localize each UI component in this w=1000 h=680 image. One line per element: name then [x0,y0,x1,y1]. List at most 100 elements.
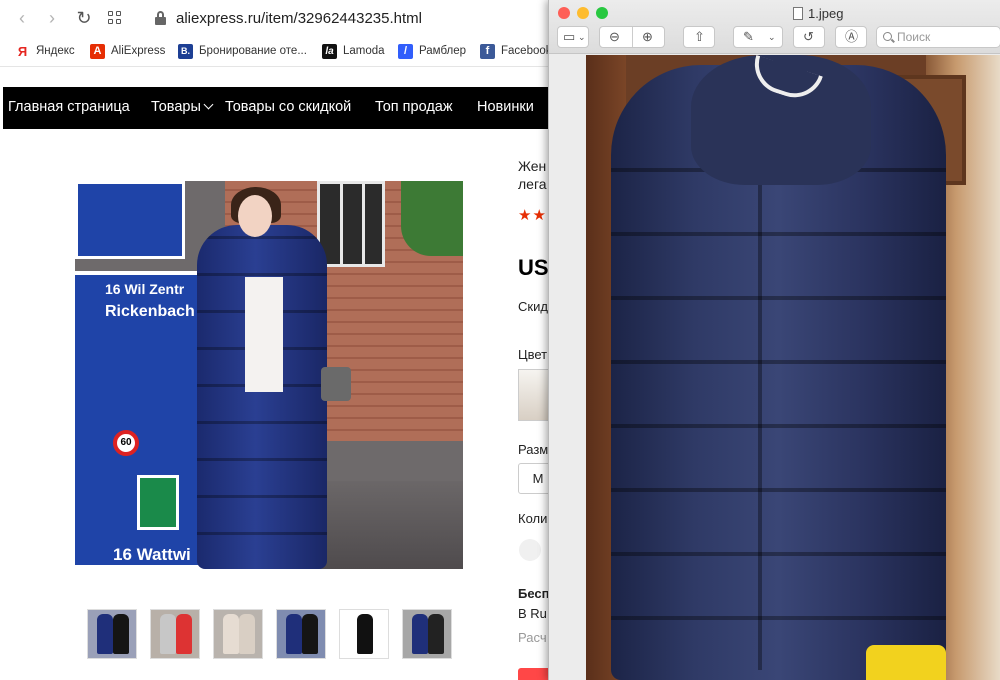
tabs-grid-icon[interactable] [108,11,122,25]
product-thumbnail[interactable] [276,609,326,659]
calc-shipping-link[interactable]: Расч [518,630,547,645]
buy-button[interactable] [518,668,552,680]
thumbnail-coat [160,614,176,654]
product-price: US [518,255,549,280]
annotate-icon: Ⓐ [845,29,859,44]
booking-icon: B. [178,43,193,59]
bookmark-facebook[interactable]: f Facebook [480,41,552,61]
product-thumbnail[interactable] [339,609,389,659]
bookmark-label: Lamoda [343,45,385,57]
discount-label: Скид [518,299,548,314]
nav-discounts[interactable]: Товары со скидкой [225,99,351,115]
speed-limit-sign: 60 [113,430,139,456]
model-face [238,195,272,237]
preview-filename: 1.jpeg [793,6,843,21]
rotate-button[interactable]: ↺ [793,26,825,48]
file-icon [793,7,803,20]
share-icon: ⇧ [694,29,705,44]
bookmark-lamoda[interactable]: la Lamoda [322,41,385,61]
thumbnail-coat [412,614,428,654]
minimize-window-button[interactable] [577,7,589,19]
search-icon [883,32,892,41]
rotate-icon: ↺ [803,29,814,44]
trees [401,181,463,256]
address-bar[interactable]: aliexpress.ru/item/32962443235.html [176,10,422,27]
bookmark-label: AliExpress [111,45,166,57]
chevron-down-icon: ⌄ [578,32,586,42]
thumbnail-coat [239,614,255,654]
thumbnail-coat [113,614,129,654]
facebook-icon: f [480,43,495,59]
zoom-in-icon[interactable]: ⊕ [642,29,653,45]
product-thumbnail[interactable] [402,609,452,659]
product-title-line1: Жен [518,158,547,174]
search-placeholder: Поиск [897,30,931,44]
zoom-controls: ⊖ ⊕ [599,26,665,48]
shipping-title: Бесп [518,586,550,601]
thumbnail-coat [286,614,302,654]
forward-arrow-icon[interactable]: › [42,8,62,28]
bookmark-label: Facebook [501,45,552,57]
close-window-button[interactable] [558,7,570,19]
lock-icon [155,11,166,25]
zoom-out-icon[interactable]: ⊖ [609,29,620,45]
preview-titlebar: 1.jpeg ▭ ⌄ ⊖ ⊕ ⇧ ✎ ⌄ ↺ Ⓐ Поиск [549,0,1000,54]
road-sign-top [75,181,185,259]
rating-stars: ★★ [518,207,547,224]
bookmark-yandex[interactable]: Я Яндекс [15,41,75,61]
preview-search-field[interactable]: Поиск [876,26,1000,48]
chevron-down-icon: ⌄ [768,32,776,42]
sign-text: Rickenbach [105,303,195,320]
thumbnail-coat [223,614,239,654]
nav-home[interactable]: Главная страница [8,99,130,115]
bookmark-label: Рамблер [419,45,467,57]
yandex-icon: Я [17,43,28,59]
sidebar-icon: ▭ [563,29,576,44]
preview-image[interactable] [586,55,1000,680]
model-shirt [245,277,283,392]
share-button[interactable]: ⇧ [683,26,715,48]
preview-window: 1.jpeg ▭ ⌄ ⊖ ⊕ ⇧ ✎ ⌄ ↺ Ⓐ Поиск [548,0,1000,680]
back-arrow-icon[interactable]: ‹ [12,8,32,28]
thumbnail-coat [357,614,373,654]
window [317,181,385,267]
nav-products[interactable]: Товары [151,99,214,115]
product-title-line2: лега [518,176,547,192]
product-thumbnail[interactable] [87,609,137,659]
lamoda-icon: la [322,43,337,59]
bookmark-label: Бронирование оте... [199,45,307,57]
nav-products-label: Товары [151,99,201,115]
annotate-button[interactable]: Ⓐ [835,26,867,48]
filename-label: 1.jpeg [808,6,844,21]
bookmark-booking[interactable]: B. Бронирование оте... [178,41,307,61]
rambler-icon: / [398,43,413,59]
zoom-window-button[interactable] [596,7,608,19]
thumbnail-coat [302,614,318,654]
reload-icon[interactable]: ↻ [74,8,94,28]
product-thumbnail[interactable] [150,609,200,659]
site-navigation: Главная страница Товары Товары со скидко… [3,87,563,129]
thumbnail-coat [176,614,192,654]
color-label: Цвет [518,347,548,362]
thumbnail-coat [97,614,113,654]
product-main-image[interactable]: 16 Wil Zentr Rickenbach 60 16 Wattwi [75,181,463,569]
chevron-down-icon [203,99,214,110]
bookmark-aliexpress[interactable]: A AliExpress [90,41,165,61]
product-thumbnail[interactable] [213,609,263,659]
thumbnail-coat [428,614,444,654]
nav-new[interactable]: Новинки [477,99,534,115]
pen-icon: ✎ [743,29,754,44]
coat-zipper [758,175,762,670]
bookmark-rambler[interactable]: / Рамблер [398,41,466,61]
sign-text: 16 Wattwi [113,545,191,564]
shipping-line: В Ru [518,606,547,621]
sidebar-toggle-button[interactable]: ▭ ⌄ [557,26,589,48]
nav-top-sales[interactable]: Топ продаж [375,99,453,115]
quantity-minus-button[interactable] [519,539,541,561]
handbag [321,367,351,401]
sign-text: 16 Wil Zentr [105,281,185,297]
bookmark-label: Яндекс [36,45,75,57]
markup-button[interactable]: ✎ ⌄ [733,26,783,48]
aliexpress-icon: A [90,43,105,59]
yellow-fabric [866,645,946,680]
